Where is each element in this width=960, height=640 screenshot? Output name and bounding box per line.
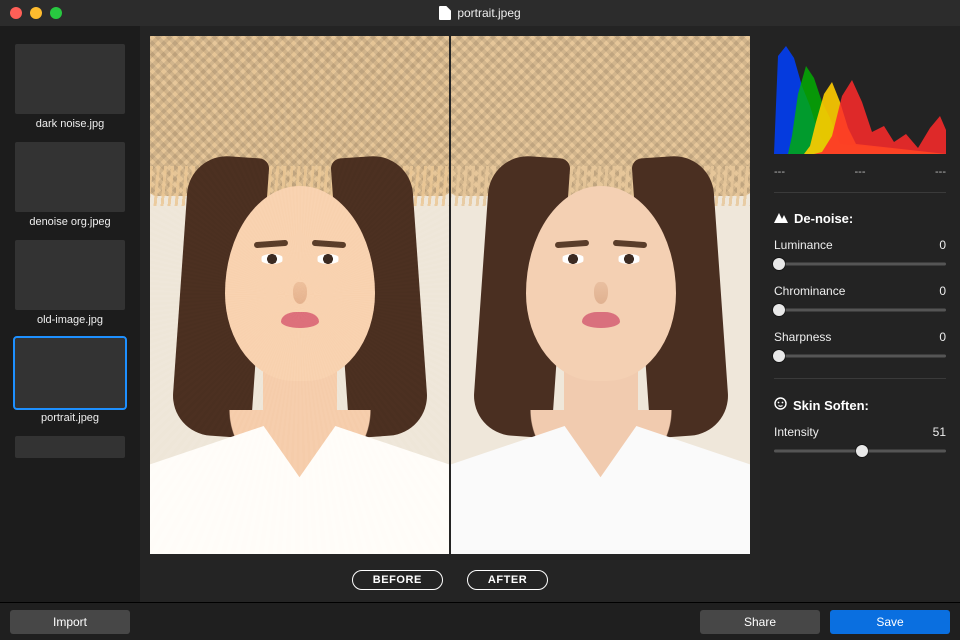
denoise-title-label: De-noise: (794, 211, 853, 226)
intensity-slider[interactable] (774, 443, 946, 459)
footer-bar: Import Share Save (0, 602, 960, 640)
thumbnail-label: dark noise.jpg (36, 118, 105, 130)
luminance-slider[interactable] (774, 256, 946, 272)
intensity-label: Intensity (774, 425, 819, 439)
before-toggle-button[interactable]: BEFORE (352, 570, 443, 590)
chrominance-slider[interactable] (774, 302, 946, 318)
document-title-label: portrait.jpeg (457, 6, 520, 20)
thumbnail-image (15, 240, 125, 310)
histogram-value: --- (935, 166, 946, 178)
luminance-slider-row: Luminance 0 (774, 238, 946, 272)
thumbnail-image (15, 44, 125, 114)
thumbnail-image (15, 436, 125, 458)
close-window-button[interactable] (10, 7, 22, 19)
import-button[interactable]: Import (10, 610, 130, 634)
chrominance-label: Chrominance (774, 284, 845, 298)
sharpness-slider[interactable] (774, 348, 946, 364)
thumbnail-item[interactable]: old-image.jpg (10, 240, 130, 326)
compare-before-pane (150, 36, 449, 554)
minimize-window-button[interactable] (30, 7, 42, 19)
denoise-section-title: De-noise: (774, 211, 946, 226)
sharpness-label: Sharpness (774, 330, 831, 344)
save-button[interactable]: Save (830, 610, 950, 634)
histogram-value: --- (855, 166, 866, 178)
thumbnail-item[interactable]: dark noise.jpg (10, 44, 130, 130)
compare-labels: BEFORE AFTER (140, 570, 760, 590)
mountain-icon (774, 211, 788, 226)
intensity-slider-row: Intensity 51 (774, 425, 946, 459)
window-titlebar: portrait.jpeg (0, 0, 960, 26)
thumbnail-image (15, 338, 125, 408)
divider (774, 378, 946, 379)
divider (774, 192, 946, 193)
intensity-value: 51 (933, 425, 946, 439)
share-button[interactable]: Share (700, 610, 820, 634)
luminance-label: Luminance (774, 238, 833, 252)
zoom-window-button[interactable] (50, 7, 62, 19)
chrominance-value: 0 (939, 284, 946, 298)
thumbnail-item-selected[interactable]: portrait.jpeg (10, 338, 130, 424)
document-icon (439, 6, 451, 20)
histogram (774, 36, 946, 154)
thumbnail-image (15, 142, 125, 212)
thumbnail-label: portrait.jpeg (41, 412, 99, 424)
thumbnail-item[interactable] (10, 436, 130, 458)
sharpness-slider-row: Sharpness 0 (774, 330, 946, 364)
compare-view[interactable] (150, 36, 750, 554)
thumbnail-label: old-image.jpg (37, 314, 103, 326)
thumbnail-label: denoise org.jpeg (29, 216, 110, 228)
chrominance-slider-row: Chrominance 0 (774, 284, 946, 318)
adjustments-panel: --- --- --- De-noise: Luminance 0 Chromi… (760, 26, 960, 602)
face-icon (774, 397, 787, 413)
after-toggle-button[interactable]: AFTER (467, 570, 548, 590)
skin-title-label: Skin Soften: (793, 398, 869, 413)
thumbnail-sidebar: dark noise.jpg denoise org.jpeg old-imag… (0, 26, 140, 602)
luminance-value: 0 (939, 238, 946, 252)
preview-canvas: BEFORE AFTER (140, 26, 760, 602)
skin-section-title: Skin Soften: (774, 397, 946, 413)
window-controls (10, 7, 62, 19)
compare-after-pane (451, 36, 750, 554)
thumbnail-item[interactable]: denoise org.jpeg (10, 142, 130, 228)
histogram-value: --- (774, 166, 785, 178)
sharpness-value: 0 (939, 330, 946, 344)
main-content: dark noise.jpg denoise org.jpeg old-imag… (0, 26, 960, 602)
histogram-readout: --- --- --- (774, 166, 946, 178)
document-title: portrait.jpeg (0, 6, 960, 20)
